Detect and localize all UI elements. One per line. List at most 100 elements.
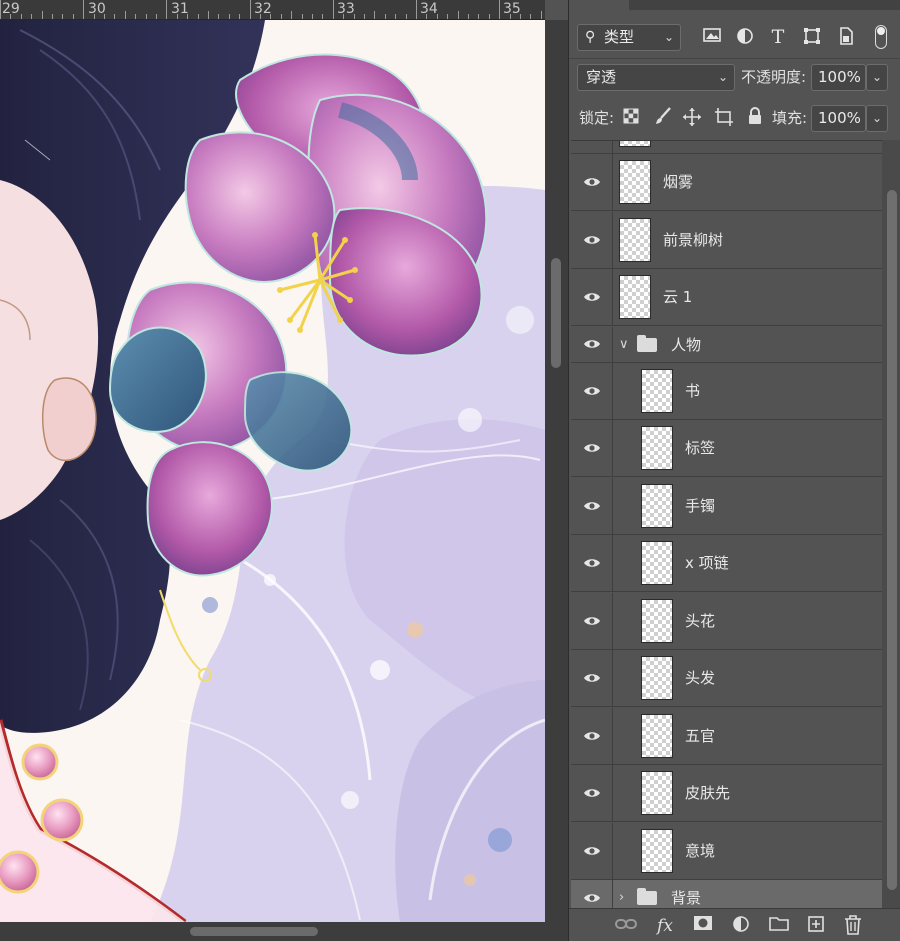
ruler-tick	[52, 14, 53, 19]
ruler-tick	[31, 14, 33, 19]
layer-row[interactable]: 皮肤先	[571, 765, 882, 822]
lock-transparent-pixels-icon[interactable]	[621, 108, 641, 130]
visibility-toggle[interactable]	[571, 211, 613, 268]
visibility-toggle[interactable]	[571, 535, 613, 591]
lock-all-icon[interactable]	[745, 107, 765, 131]
layer-row[interactable]: 前景柳树	[571, 211, 882, 269]
new-group-icon[interactable]	[767, 915, 791, 937]
layers-list[interactable]: 烟雾 前景柳树云 1 ∨ 人物书标签 手镯 x 项链 头花 头发五官皮肤先意境 › 背景	[571, 140, 882, 908]
chevron-down-icon: ⌄	[871, 111, 883, 125]
eye-icon	[583, 559, 600, 567]
layer-row[interactable]: 头发	[571, 650, 882, 707]
eye-icon	[583, 501, 600, 510]
opacity-label: 不透明度:	[741, 68, 807, 86]
fill-input[interactable]: 100%	[811, 105, 866, 132]
layer-row[interactable]: 五官	[571, 707, 882, 765]
layer-row[interactable]: 云 1	[571, 269, 882, 326]
adjustment-filter-icon[interactable]	[734, 27, 756, 51]
ruler-tick	[530, 14, 532, 19]
canvas-horizontal-scrollbar[interactable]	[0, 922, 568, 941]
visibility-toggle[interactable]	[571, 650, 613, 706]
lock-position-icon[interactable]	[681, 107, 703, 133]
opacity-dropdown-button[interactable]: ⌄	[866, 64, 888, 91]
visibility-toggle[interactable]	[571, 141, 613, 153]
blend-mode-select[interactable]: 穿透 ⌄	[577, 64, 735, 91]
layer-row[interactable]: x 项链	[571, 535, 882, 592]
layer-row-partial[interactable]	[571, 141, 882, 154]
visibility-toggle[interactable]	[571, 420, 613, 476]
blend-mode-row: 穿透 ⌄ 不透明度: 100% ⌄	[569, 63, 900, 103]
ruler-tick	[187, 14, 189, 19]
visibility-toggle[interactable]	[571, 269, 613, 325]
filter-kind-select[interactable]: ⚲ 类型 ⌄	[577, 24, 681, 51]
visibility-toggle[interactable]	[571, 822, 613, 879]
image-filter-icon[interactable]	[701, 27, 723, 49]
visibility-toggle[interactable]	[571, 765, 613, 821]
layer-row[interactable]: 头花	[571, 592, 882, 650]
delete-layer-icon[interactable]	[841, 915, 865, 937]
shape-filter-icon[interactable]	[801, 27, 823, 51]
chevron-right-icon[interactable]: ›	[619, 880, 624, 908]
ruler-tick	[280, 14, 282, 19]
document-canvas[interactable]	[0, 20, 545, 922]
layer-row[interactable]: 手镯	[571, 477, 882, 535]
layer-row[interactable]: 标签	[571, 420, 882, 477]
lock-image-pixels-icon[interactable]	[653, 107, 673, 131]
layer-thumbnail	[619, 275, 651, 319]
ruler-tick	[239, 14, 241, 19]
layer-group-row[interactable]: › 背景	[571, 880, 882, 908]
layer-row[interactable]: 烟雾	[571, 154, 882, 211]
ruler-tick	[83, 0, 85, 19]
ruler-tick	[228, 14, 230, 19]
ruler-tick	[208, 11, 209, 19]
add-mask-icon[interactable]	[691, 915, 715, 937]
layer-group-row[interactable]: ∨ 人物	[571, 326, 882, 363]
fill-dropdown-button[interactable]: ⌄	[866, 105, 888, 132]
ruler-label: 34	[420, 1, 438, 17]
ruler-tick	[0, 0, 1, 19]
visibility-toggle[interactable]	[571, 477, 613, 534]
scroll-thumb[interactable]	[887, 190, 897, 890]
ruler-tick	[416, 0, 417, 19]
ruler-tick	[353, 14, 355, 19]
visibility-toggle[interactable]	[571, 592, 613, 649]
layer-name: 五官	[685, 726, 716, 745]
layer-name: 意境	[685, 841, 716, 860]
ruler-tick	[447, 14, 449, 19]
scroll-thumb[interactable]	[551, 258, 561, 368]
adjustment-layer-icon[interactable]	[729, 915, 753, 937]
lock-artboard-icon[interactable]	[713, 107, 735, 133]
layers-scrollbar[interactable]	[882, 140, 900, 908]
visibility-toggle[interactable]	[571, 326, 613, 362]
type-filter-icon[interactable]: T	[767, 26, 789, 48]
opacity-input[interactable]: 100%	[811, 64, 866, 91]
layer-filter-row: ⚲ 类型 ⌄ T	[569, 22, 900, 62]
visibility-toggle[interactable]	[571, 707, 613, 764]
ruler-tick	[405, 14, 407, 19]
chevron-down-icon[interactable]: ∨	[619, 327, 629, 363]
ruler-tick	[249, 0, 251, 19]
link-layers-icon[interactable]	[614, 915, 638, 937]
new-layer-icon[interactable]	[804, 915, 828, 937]
layer-style-icon[interactable]: fx	[653, 915, 677, 937]
scroll-thumb[interactable]	[190, 927, 318, 936]
visibility-toggle[interactable]	[571, 880, 613, 908]
filter-toggle-icon[interactable]	[875, 25, 887, 49]
ruler-tick	[72, 14, 74, 19]
ruler-tick	[478, 14, 480, 19]
ruler-tick	[374, 11, 376, 19]
eye-icon	[583, 293, 600, 301]
eye-icon	[583, 674, 600, 682]
eye-icon	[583, 340, 600, 348]
layer-row[interactable]: 意境	[571, 822, 882, 880]
layer-row[interactable]: 书	[571, 362, 882, 420]
canvas-vertical-scrollbar[interactable]	[545, 20, 568, 922]
ruler-tick	[332, 0, 334, 19]
smart-object-filter-icon[interactable]	[835, 27, 857, 51]
visibility-toggle[interactable]	[571, 362, 613, 419]
ruler-tick	[176, 14, 178, 19]
horizontal-ruler: 29 30 31 32 33 34 35	[0, 0, 545, 20]
ruler-tick	[457, 11, 459, 19]
visibility-toggle[interactable]	[571, 154, 613, 210]
photoshop-window: 29 30 31 32 33 34 35 ⚲ 类型 ⌄ T 穿透 ⌄ 不透明度:…	[0, 0, 900, 941]
